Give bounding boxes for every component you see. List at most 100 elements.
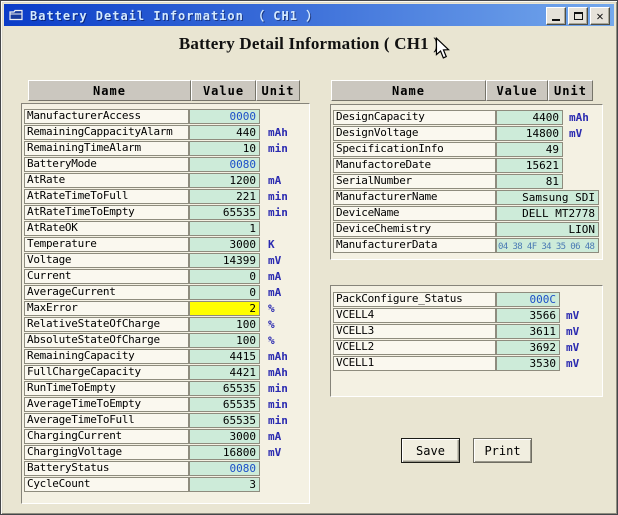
table-row: VCELL13530mV: [333, 356, 602, 371]
table-row: RemainingCapacity4415mAh: [24, 349, 309, 364]
table-row: Current0 mA: [24, 269, 309, 284]
row-value-cell: 3000: [189, 237, 260, 252]
table-row: AtRate1200mA: [24, 173, 309, 188]
row-value-cell: 221: [189, 189, 260, 204]
row-value-cell: LION: [496, 222, 599, 237]
row-name-cell: DesignCapacity: [333, 110, 496, 125]
table-row: FullChargeCapacity4421mAh: [24, 365, 309, 380]
row-value-cell: 4421: [189, 365, 260, 380]
table-row: Voltage14399mV: [24, 253, 309, 268]
row-unit-label: %: [268, 333, 275, 348]
minimize-button[interactable]: [546, 7, 566, 25]
row-name-cell: ManufactoreDate: [333, 158, 496, 173]
row-value-cell: 4415: [189, 349, 260, 364]
row-value-cell: 14399: [189, 253, 260, 268]
row-value-cell: 10: [189, 141, 260, 156]
table-row: AverageTimeToEmpty65535min: [24, 397, 309, 412]
row-name-cell: RemainingCappacityAlarm: [24, 125, 189, 140]
right-header-value: Value: [486, 80, 548, 101]
mouse-arrow-cursor: [435, 37, 450, 60]
table-row: VCELL23692mV: [333, 340, 602, 355]
row-unit-label: mAh: [268, 365, 288, 380]
row-value-cell: 3566: [496, 308, 560, 323]
window-title: Battery Detail Information （ CH1 ）: [30, 7, 319, 24]
close-button[interactable]: ✕: [590, 7, 610, 25]
table-row: ManufacturerAccess0000: [24, 109, 309, 124]
row-unit-label: mV: [268, 253, 281, 268]
row-name-cell: SpecificationInfo: [333, 142, 496, 157]
row-unit-label: min: [268, 413, 288, 428]
row-unit-label: mV: [569, 126, 582, 141]
row-name-cell: AbsoluteStateOfCharge: [24, 333, 189, 348]
table-row: ManufacturerNameSamsung SDI: [333, 190, 602, 205]
table-row: AbsoluteStateOfCharge100%: [24, 333, 309, 348]
row-value-cell: 2: [189, 301, 260, 316]
table-row: CycleCount3: [24, 477, 309, 492]
row-unit-label: mV: [566, 308, 579, 323]
row-name-cell: DeviceChemistry: [333, 222, 496, 237]
table-row: VCELL43566mV: [333, 308, 602, 323]
row-value-cell: 81: [496, 174, 563, 189]
right-table-header: Name Value Unit: [331, 80, 593, 101]
row-name-cell: ManufacturerData: [333, 238, 496, 253]
table-row: AverageCurrent0mA: [24, 285, 309, 300]
row-name-cell: CycleCount: [24, 477, 189, 492]
row-value-cell: 3530: [496, 356, 560, 371]
row-name-cell: MaxError: [24, 301, 189, 316]
table-row: DeviceChemistryLION: [333, 222, 602, 237]
print-button[interactable]: Print: [473, 438, 532, 463]
maximize-button[interactable]: [568, 7, 588, 25]
table-row: SerialNumber81: [333, 174, 602, 189]
table-row: DesignVoltage14800mV: [333, 126, 602, 141]
row-value-cell: 16800: [189, 445, 260, 460]
table-row: RunTimeToEmpty65535min: [24, 381, 309, 396]
left-header-unit: Unit: [256, 80, 300, 101]
row-unit-label: min: [268, 381, 288, 396]
left-header-value: Value: [191, 80, 256, 101]
table-row: RemainingTimeAlarm10 min: [24, 141, 309, 156]
row-name-cell: AverageTimeToFull: [24, 413, 189, 428]
row-value-cell: 0080: [189, 157, 260, 172]
row-name-cell: DesignVoltage: [333, 126, 496, 141]
row-unit-label: min: [268, 141, 288, 156]
row-unit-label: mAh: [569, 110, 589, 125]
row-name-cell: AtRateTimeToEmpty: [24, 205, 189, 220]
row-unit-label: mV: [268, 445, 281, 460]
table-row: DesignCapacity4400mAh: [333, 110, 602, 125]
maximize-icon: [574, 12, 583, 20]
row-unit-label: %: [268, 301, 275, 316]
row-name-cell: RemainingTimeAlarm: [24, 141, 189, 156]
save-button[interactable]: Save: [401, 438, 460, 463]
row-value-cell: 0080: [189, 461, 260, 476]
row-name-cell: AverageTimeToEmpty: [24, 397, 189, 412]
row-value-cell: 3: [189, 477, 260, 492]
table-row: ManufactoreDate15621: [333, 158, 602, 173]
row-unit-label: mA: [268, 285, 281, 300]
row-value-cell: 65535: [189, 381, 260, 396]
row-unit-label: mA: [268, 173, 281, 188]
row-name-cell: ChargingVoltage: [24, 445, 189, 460]
row-name-cell: VCELL2: [333, 340, 496, 355]
table-row: ManufacturerData04 38 4F 34 35 06 48: [333, 238, 602, 253]
row-name-cell: AtRateOK: [24, 221, 189, 236]
table-row: SpecificationInfo49: [333, 142, 602, 157]
close-icon: ✕: [596, 10, 603, 22]
table-row: BatteryStatus0080: [24, 461, 309, 476]
battery-detail-window: Battery Detail Information （ CH1 ） ✕ Bat…: [0, 0, 618, 515]
right-top-table-panel: DesignCapacity4400mAhDesignVoltage14800m…: [330, 104, 603, 260]
row-name-cell: RemainingCapacity: [24, 349, 189, 364]
title-bar[interactable]: Battery Detail Information （ CH1 ） ✕: [4, 4, 614, 26]
row-value-cell: 15621: [496, 158, 563, 173]
table-row: MaxError2%: [24, 301, 309, 316]
left-header-name: Name: [28, 80, 191, 101]
row-name-cell: ManufacturerAccess: [24, 109, 189, 124]
row-value-cell: 0: [189, 269, 260, 284]
row-name-cell: Current: [24, 269, 189, 284]
row-value-cell: 65535: [189, 413, 260, 428]
row-value-cell: 49: [496, 142, 563, 157]
table-row: PackConfigure_Status000C: [333, 292, 602, 307]
row-unit-label: mA: [268, 269, 281, 284]
row-name-cell: ManufacturerName: [333, 190, 496, 205]
row-value-cell: 0: [189, 285, 260, 300]
table-row: ChargingCurrent3000mA: [24, 429, 309, 444]
